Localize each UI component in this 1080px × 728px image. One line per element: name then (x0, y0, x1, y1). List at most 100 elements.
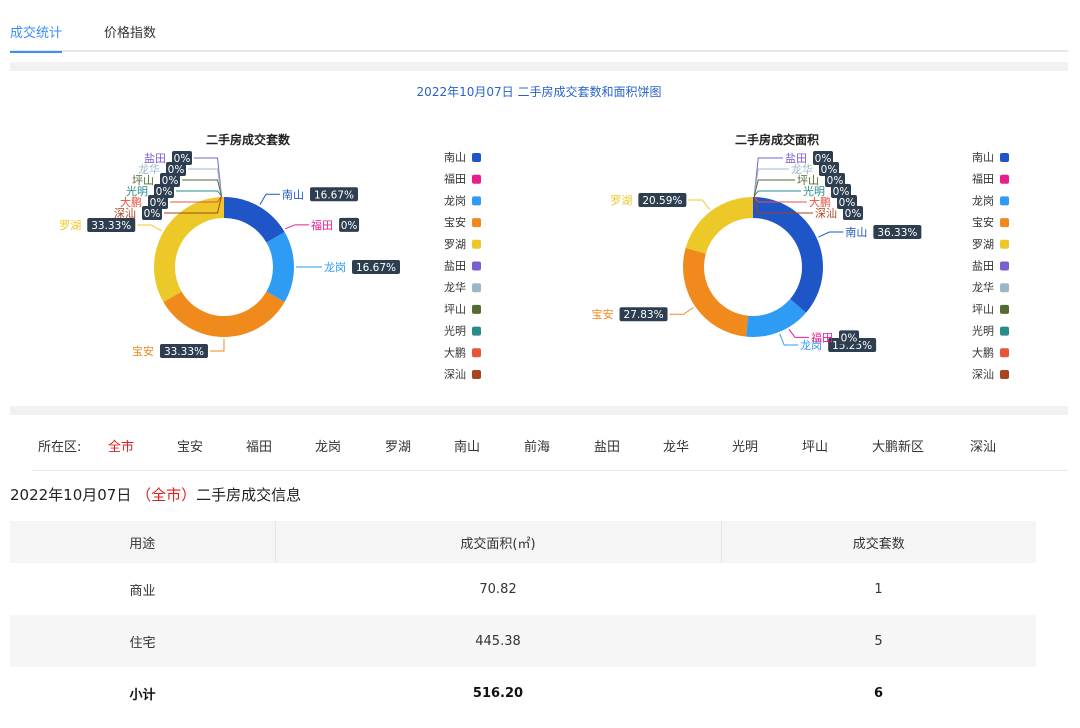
legend-swatch-宝安[interactable] (472, 218, 481, 228)
slice-name-label: 福田 (311, 218, 333, 232)
legend-label-罗湖: 罗湖 (444, 238, 466, 251)
table-cell: 住宅 (10, 615, 275, 667)
district-option-6[interactable]: 前海 (524, 436, 550, 455)
label-line (779, 333, 799, 346)
slice-value-label: 20.59% (642, 195, 682, 207)
district-option-8[interactable]: 龙华 (663, 436, 689, 455)
pie-slice-宝安[interactable] (163, 291, 285, 337)
column-header-count: 成交套数 (721, 521, 1036, 563)
legend-swatch-福田[interactable] (472, 174, 481, 184)
legend-label-龙岗: 龙岗 (972, 194, 994, 207)
info-date: 2022年10月07日 (10, 486, 132, 504)
legend-swatch-龙华[interactable] (1000, 283, 1009, 293)
tab-price-index[interactable]: 价格指数 (104, 22, 156, 41)
district-option-11[interactable]: 大鹏新区 (872, 436, 924, 455)
legend-swatch-福田[interactable] (1000, 174, 1009, 184)
label-line (259, 193, 281, 205)
slice-name-label: 南山 (282, 188, 304, 201)
filter-divider (32, 470, 1068, 471)
legend-label-盐田: 盐田 (444, 260, 466, 273)
slice-name-label: 宝安 (132, 344, 154, 358)
table-cell: 445.38 (275, 615, 721, 667)
column-header-area: 成交面积(㎡) (275, 521, 722, 563)
column-header-usage: 用途 (10, 521, 276, 563)
table-row: 商业 70.82 1 (10, 563, 1036, 615)
legend-swatch-坪山[interactable] (1000, 304, 1009, 314)
district-option-12[interactable]: 深汕 (970, 436, 996, 455)
district-option-10[interactable]: 坪山 (802, 436, 828, 455)
legend-label-大鹏: 大鹏 (972, 345, 994, 359)
label-line (753, 168, 789, 197)
legend-swatch-南山[interactable] (472, 153, 481, 162)
table-cell: 商业 (129, 583, 156, 599)
pie-slice-宝安[interactable] (683, 247, 749, 337)
transaction-table: 用途 成交面积(㎡) 成交套数 商业 70.82 1 住宅 445.38 5 小… (10, 521, 1036, 719)
legend-swatch-罗湖[interactable] (472, 239, 481, 249)
legend-swatch-大鹏[interactable] (1000, 348, 1009, 358)
legend-swatch-深汕[interactable] (472, 370, 481, 379)
legend-label-福田: 福田 (972, 172, 994, 186)
legend-label-南山: 南山 (444, 151, 466, 164)
legend-label-光明: 光明 (444, 324, 466, 338)
table-cell: 1 (874, 581, 883, 597)
legend-swatch-深汕[interactable] (1000, 370, 1009, 379)
legend-swatch-南山[interactable] (1000, 153, 1009, 162)
district-option-0[interactable]: 全市 (108, 436, 134, 455)
legend-swatch-龙华[interactable] (472, 283, 481, 293)
legend-swatch-盐田[interactable] (1000, 261, 1009, 271)
district-option-4[interactable]: 罗湖 (385, 436, 411, 455)
slice-name-label: 罗湖 (59, 219, 81, 232)
legend-label-宝安: 宝安 (972, 215, 994, 229)
label-line (753, 179, 795, 197)
district-option-1[interactable]: 宝安 (177, 436, 203, 455)
pie-slice-南山[interactable] (224, 197, 285, 243)
legend-swatch-大鹏[interactable] (472, 348, 481, 358)
pie-slice-南山[interactable] (753, 197, 823, 313)
district-option-5[interactable]: 南山 (454, 436, 480, 455)
divider-band (10, 406, 1068, 415)
label-line (209, 338, 225, 352)
slice-name-label: 龙岗 (324, 261, 346, 274)
legend-swatch-坪山[interactable] (472, 304, 481, 314)
table-cell: 516.20 (472, 685, 524, 701)
legend-swatch-罗湖[interactable] (1000, 239, 1009, 249)
slice-name-label: 福田 (811, 330, 833, 344)
label-line (818, 231, 844, 238)
pie-slice-龙岗[interactable] (266, 232, 294, 303)
legend-label-深汕: 深汕 (972, 368, 994, 381)
legend-label-坪山: 坪山 (972, 303, 994, 316)
legend-label-大鹏: 大鹏 (444, 345, 466, 359)
legend-label-龙岗: 龙岗 (444, 194, 466, 207)
slice-value-label: 0% (845, 208, 862, 220)
slice-name-label: 罗湖 (610, 194, 632, 207)
legend-swatch-光明[interactable] (1000, 326, 1009, 336)
district-option-9[interactable]: 光明 (732, 436, 758, 455)
legend-swatch-光明[interactable] (472, 326, 481, 336)
district-option-3[interactable]: 龙岗 (315, 436, 341, 455)
slice-name-label: 南山 (845, 226, 867, 239)
tab-transaction-stats[interactable]: 成交统计 (10, 22, 63, 53)
pie-slice-罗湖[interactable] (685, 197, 753, 254)
slice-value-label: 27.83% (624, 309, 664, 321)
pie-title: 二手房成交套数 (206, 132, 291, 147)
legend-label-龙华: 龙华 (444, 280, 466, 294)
slice-value-label: 0% (341, 220, 358, 232)
pie-charts: 二手房成交套数南山 16.67% 龙岗 16.67% 宝安 33.33% 罗湖 33.33% 福… (59, 132, 1009, 381)
legend-label-深汕: 深汕 (444, 368, 466, 381)
legend-label-光明: 光明 (972, 324, 994, 338)
pie-title: 二手房成交面积 (735, 132, 819, 147)
legend-label-龙华: 龙华 (972, 280, 994, 294)
info-suffix: 二手房成交信息 (196, 486, 302, 504)
district-filter-label: 所在区: (38, 440, 82, 455)
district-option-2[interactable]: 福田 (246, 436, 272, 455)
legend-swatch-龙岗[interactable] (472, 196, 481, 206)
legend-swatch-宝安[interactable] (1000, 218, 1009, 228)
slice-value-label: 33.33% (91, 220, 131, 232)
table-cell: 5 (721, 615, 1036, 667)
district-option-7[interactable]: 盐田 (594, 436, 620, 455)
district-filter: 所在区: 全市 宝安 福田 龙岗 罗湖 南山 前海 盐田 龙华 光明 坪山 大鹏新区 深汕 (10, 424, 1068, 471)
legend-swatch-龙岗[interactable] (1000, 196, 1009, 206)
slice-value-label: 16.67% (314, 189, 354, 201)
table-cell: 小计 (129, 687, 156, 703)
legend-swatch-盐田[interactable] (472, 261, 481, 271)
